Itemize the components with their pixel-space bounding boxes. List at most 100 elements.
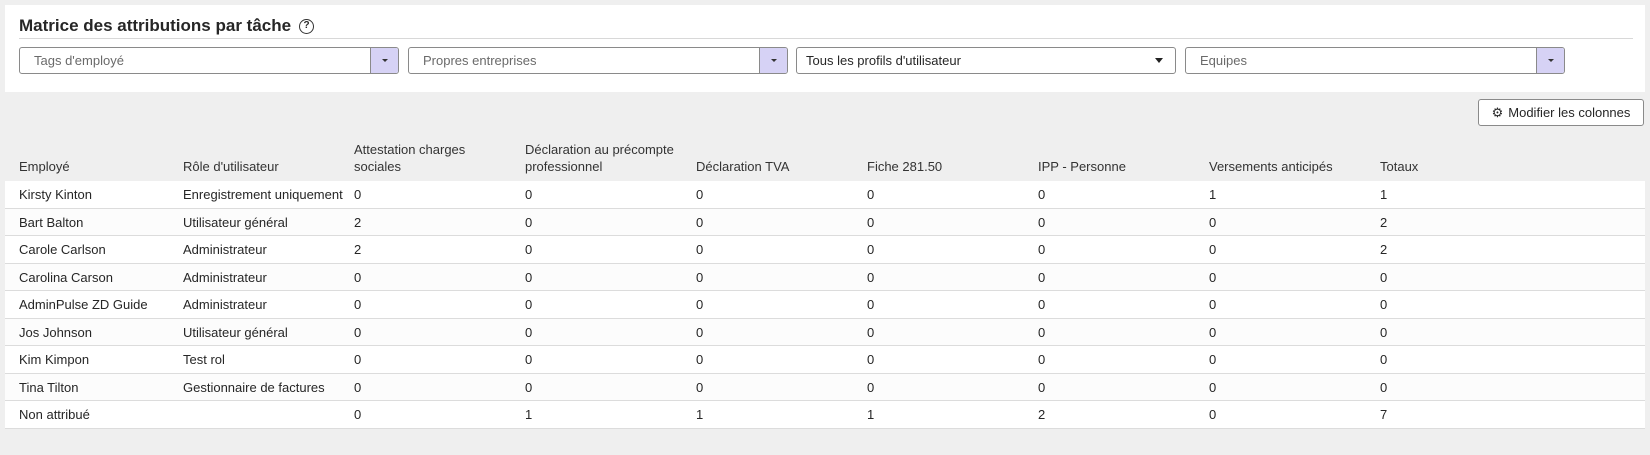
title-row: Matrice des attributions par tâche ?: [19, 13, 315, 39]
cell-fiche-28150: 0: [867, 352, 875, 367]
cell-user-role: Utilisateur général: [183, 214, 288, 230]
filter-own-companies-placeholder: Propres entreprises: [423, 53, 537, 68]
column-header-advance-payments[interactable]: Versements anticipés: [1209, 158, 1333, 175]
cell-fiche-28150: 0: [867, 297, 875, 312]
cell-social-charges: 2: [354, 214, 362, 230]
table-header: Employé Rôle d'utilisateur Attestation c…: [5, 141, 1645, 181]
cell-fiche-28150: 0: [867, 324, 875, 340]
cell-advance-payments: 0: [1209, 269, 1217, 285]
filter-panel: Matrice des attributions par tâche ? Tag…: [5, 5, 1645, 92]
cell-employee: Jos Johnson: [19, 324, 92, 340]
filter-teams[interactable]: Equipes: [1185, 47, 1565, 74]
cell-user-role: Administrateur: [183, 242, 267, 257]
column-header-vat[interactable]: Déclaration TVA: [696, 158, 789, 175]
cell-employee: Carole Carlson: [19, 242, 106, 257]
cell-fiche-28150: 1: [867, 407, 875, 422]
filter-own-companies[interactable]: Propres entreprises: [408, 47, 788, 74]
cell-vat: 0: [696, 214, 704, 230]
cell-withholding-tax: 0: [525, 379, 533, 395]
cell-social-charges: 0: [354, 352, 362, 367]
column-header-employee[interactable]: Employé: [19, 158, 70, 175]
cell-vat: 0: [696, 324, 704, 340]
cell-totals: 0: [1380, 379, 1388, 395]
cell-fiche-28150: 0: [867, 379, 875, 395]
column-header-user-role[interactable]: Rôle d'utilisateur: [183, 158, 279, 175]
cell-user-role: Gestionnaire de factures: [183, 379, 325, 395]
cell-totals: 2: [1380, 214, 1388, 230]
cell-ipp: 0: [1038, 379, 1046, 395]
cell-fiche-28150: 0: [867, 242, 875, 257]
question-circle-icon[interactable]: ?: [299, 18, 315, 34]
cell-user-role: Enregistrement uniquement: [183, 187, 343, 202]
cell-vat: 0: [696, 269, 704, 285]
filter-user-profiles-value: Tous les profils d'utilisateur: [806, 53, 961, 68]
cell-withholding-tax: 0: [525, 187, 533, 202]
cell-totals: 0: [1380, 269, 1388, 285]
table-row: Tina Tilton Gestionnaire de factures 0 0 0 0 0…: [5, 373, 1645, 401]
cell-vat: 0: [696, 352, 704, 367]
cell-totals: 1: [1380, 187, 1388, 202]
cell-ipp: 0: [1038, 352, 1046, 367]
table-row: Kirsty Kinton Enregistrement uniquement 0 0…: [5, 181, 1645, 209]
caret-down-icon: [770, 59, 777, 62]
cell-vat: 0: [696, 187, 704, 202]
divider: [19, 38, 1633, 39]
column-header-ipp[interactable]: IPP - Personne: [1038, 158, 1126, 175]
cell-withholding-tax: 1: [525, 407, 533, 422]
cell-social-charges: 0: [354, 407, 362, 422]
cell-fiche-28150: 0: [867, 269, 875, 285]
cell-employee: Kirsty Kinton: [19, 187, 92, 202]
cell-vat: 0: [696, 242, 704, 257]
cell-social-charges: 0: [354, 297, 362, 312]
cell-advance-payments: 0: [1209, 407, 1217, 422]
column-header-social-charges[interactable]: Attestation charges sociales: [354, 141, 494, 175]
cell-social-charges: 0: [354, 379, 362, 395]
cell-ipp: 0: [1038, 187, 1046, 202]
cell-withholding-tax: 0: [525, 297, 533, 312]
table-row: Bart Balton Utilisateur général 2 0 0 0 0 0 2: [5, 208, 1645, 236]
column-header-totals[interactable]: Totaux: [1380, 158, 1418, 175]
cell-employee: Non attribué: [19, 407, 90, 422]
assignment-matrix-table: Employé Rôle d'utilisateur Attestation c…: [5, 141, 1645, 429]
column-header-withholding-tax[interactable]: Déclaration au précompte professionnel: [525, 141, 685, 175]
column-header-fiche-28150[interactable]: Fiche 281.50: [867, 158, 942, 175]
cell-ipp: 0: [1038, 242, 1046, 257]
cell-social-charges: 0: [354, 269, 362, 285]
dropdown-toggle-button[interactable]: [1536, 48, 1564, 73]
page-title: Matrice des attributions par tâche: [19, 16, 292, 35]
filter-user-profiles[interactable]: Tous les profils d'utilisateur: [796, 47, 1176, 74]
cell-employee: AdminPulse ZD Guide: [19, 297, 148, 312]
filter-employee-tags[interactable]: Tags d'employé: [19, 47, 399, 74]
caret-down-icon: [381, 59, 388, 62]
cell-withholding-tax: 0: [525, 269, 533, 285]
cell-totals: 7: [1380, 407, 1388, 422]
modify-columns-button[interactable]: ⚙ Modifier les colonnes: [1478, 99, 1644, 126]
cell-ipp: 0: [1038, 269, 1046, 285]
filter-employee-tags-placeholder: Tags d'employé: [34, 53, 124, 68]
cell-ipp: 0: [1038, 297, 1046, 312]
cell-ipp: 0: [1038, 214, 1046, 230]
cell-user-role: Utilisateur général: [183, 324, 288, 340]
caret-down-icon: [1547, 59, 1554, 62]
cell-ipp: 2: [1038, 407, 1046, 422]
table-row: Carole Carlson Administrateur 2 0 0 0 0 0 2: [5, 236, 1645, 264]
cell-totals: 0: [1380, 352, 1388, 367]
cell-social-charges: 2: [354, 242, 362, 257]
cell-withholding-tax: 0: [525, 242, 533, 257]
cell-social-charges: 0: [354, 187, 362, 202]
table-row: Carolina Carson Administrateur 0 0 0 0 0 0 0: [5, 263, 1645, 291]
cell-vat: 0: [696, 379, 704, 395]
cell-withholding-tax: 0: [525, 352, 533, 367]
cell-social-charges: 0: [354, 324, 362, 340]
cell-vat: 0: [696, 297, 704, 312]
cell-fiche-28150: 0: [867, 214, 875, 230]
dropdown-toggle-button[interactable]: [370, 48, 398, 73]
cell-withholding-tax: 0: [525, 324, 533, 340]
cell-advance-payments: 0: [1209, 352, 1217, 367]
dropdown-toggle-button[interactable]: [759, 48, 787, 73]
table-row: Kim Kimpon Test rol 0 0 0 0 0 0 0: [5, 346, 1645, 374]
caret-down-icon: [1155, 58, 1163, 63]
cell-advance-payments: 0: [1209, 379, 1217, 395]
cell-advance-payments: 1: [1209, 187, 1217, 202]
cell-employee: Tina Tilton: [19, 379, 79, 395]
